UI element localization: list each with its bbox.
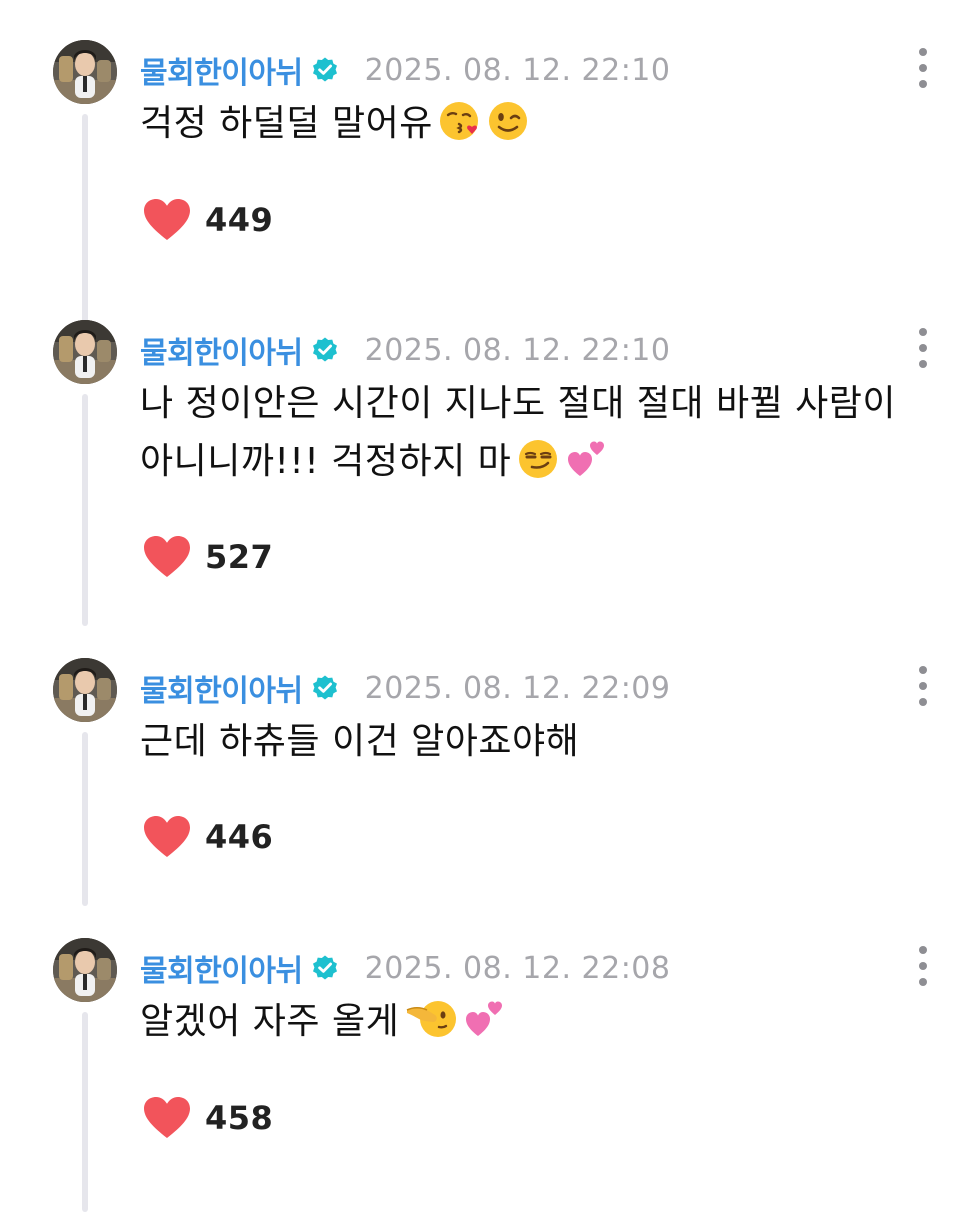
timestamp: 2025. 08. 12. 22:10 (364, 332, 671, 368)
like-count: 458 (205, 1099, 274, 1137)
two-hearts-emoji (568, 441, 605, 476)
avatar[interactable] (53, 938, 117, 1002)
winking-face-emoji (488, 102, 527, 140)
verified-badge-icon (311, 954, 339, 982)
more-vertical-icon[interactable] (908, 46, 938, 90)
like-row: 449 (143, 195, 273, 245)
two-hearts-emoji (466, 1001, 503, 1036)
like-row: 527 (143, 532, 273, 582)
comment-text: 나 정이안은 시간이 지나도 절대 절대 바뀔 사람이 아니니까!!! 걱정하지… (140, 375, 920, 491)
avatar[interactable] (53, 40, 117, 104)
username[interactable]: 물회한이아뉘 (140, 48, 303, 92)
comment-text-line: 걱정 하덜덜 말어유 (140, 103, 433, 144)
smirking-face-emoji (519, 440, 558, 478)
kissing-heart-emoji (439, 102, 478, 140)
verified-badge-icon (311, 674, 339, 702)
avatar[interactable] (53, 320, 117, 384)
comment-text-line: 알겠어 자주 올게 (140, 1001, 400, 1042)
verified-badge-icon (311, 336, 339, 364)
username[interactable]: 물회한이아뉘 (140, 328, 303, 372)
thread-line (82, 114, 88, 328)
comment-text-line: 나 정이안은 시간이 지나도 절대 절대 바뀔 사람이 (140, 383, 897, 424)
thread-line (82, 1012, 88, 1212)
comment-text-line: 아니니까!!! 걱정하지 마 (140, 441, 512, 482)
more-vertical-icon[interactable] (908, 944, 938, 988)
like-row: 446 (143, 812, 273, 862)
timestamp: 2025. 08. 12. 22:09 (364, 670, 671, 706)
timestamp: 2025. 08. 12. 22:10 (364, 52, 671, 88)
timestamp: 2025. 08. 12. 22:08 (364, 950, 671, 986)
like-count: 446 (205, 818, 274, 856)
thread-line (82, 732, 88, 906)
verified-badge-icon (311, 56, 339, 84)
comment-text: 걱정 하덜덜 말어유 (140, 95, 920, 153)
pointing-face-emoji (406, 1001, 457, 1037)
like-row: 458 (143, 1093, 273, 1143)
comment-text: 알겠어 자주 올게 (140, 993, 920, 1051)
comment-text: 근데 하츄들 이건 알아죠야해 (140, 713, 920, 771)
comment-text-line: 근데 하츄들 이건 알아죠야해 (140, 721, 580, 762)
username[interactable]: 물회한이아뉘 (140, 946, 303, 990)
heart-icon[interactable] (143, 198, 191, 242)
heart-icon[interactable] (143, 815, 191, 859)
username[interactable]: 물회한이아뉘 (140, 666, 303, 710)
heart-icon[interactable] (143, 1096, 191, 1140)
heart-icon[interactable] (143, 535, 191, 579)
more-vertical-icon[interactable] (908, 326, 938, 370)
avatar[interactable] (53, 658, 117, 722)
like-count: 449 (205, 201, 274, 239)
thread-line (82, 394, 88, 626)
more-vertical-icon[interactable] (908, 664, 938, 708)
like-count: 527 (205, 538, 274, 576)
